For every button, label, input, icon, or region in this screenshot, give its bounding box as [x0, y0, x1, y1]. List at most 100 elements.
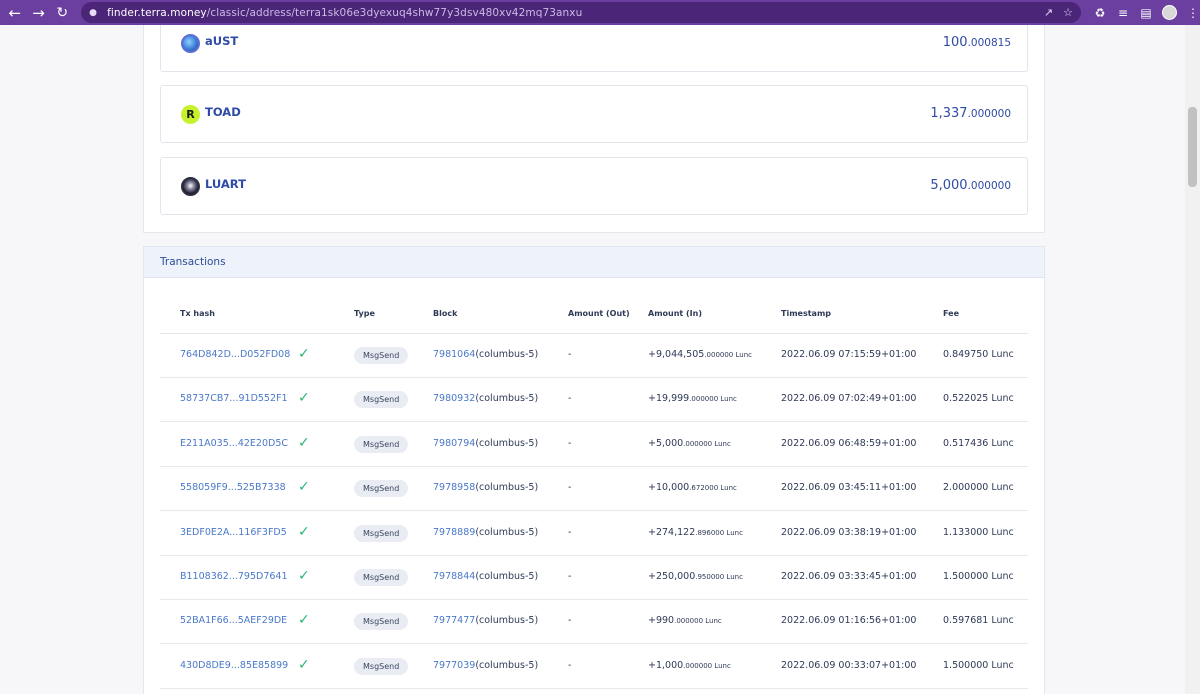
- token-name: TOAD: [205, 105, 241, 119]
- tx-hash-link[interactable]: 764D842D...D052FD08: [180, 349, 290, 360]
- success-check-icon: ✓: [298, 346, 310, 362]
- block-link[interactable]: 7977477: [433, 615, 475, 626]
- tx-hash-link[interactable]: 558059F9...525B7338: [180, 482, 286, 493]
- timestamp-cell: 2022.06.09 01:16:56+01:00: [781, 615, 917, 627]
- token-name: LUART: [205, 177, 246, 191]
- fee-cell: 1.500000 Lunc: [943, 571, 1014, 582]
- type-badge: MsgSend: [354, 435, 409, 453]
- timestamp-cell: 2022.06.09 03:38:19+01:00: [781, 526, 917, 538]
- success-check-icon: ✓: [298, 656, 310, 673]
- block-link[interactable]: 7980794: [433, 438, 475, 449]
- luart-token-icon: [181, 177, 200, 196]
- side-panel-icon[interactable]: ▤: [1139, 6, 1153, 20]
- success-check-icon: ✓: [298, 612, 310, 629]
- page-content: aUST 100.000815 R TOAD 1,337.000000 LUAR…: [0, 25, 1185, 694]
- amount-in-cell: +5,000.000000 Lunc: [648, 437, 731, 449]
- block-link[interactable]: 7981064: [433, 349, 475, 360]
- vertical-scrollbar[interactable]: [1185, 25, 1200, 694]
- amount-in-cell: +1,000.000000 Lunc: [648, 659, 731, 671]
- success-check-icon: ✓: [298, 479, 310, 496]
- amount-in-cell: +9,044,505.000000 Lunc: [648, 349, 752, 360]
- scrollbar-thumb[interactable]: [1188, 107, 1197, 187]
- token-amount: 1,337.000000: [930, 106, 1011, 121]
- type-badge: MsgSend: [354, 613, 409, 631]
- amount-out-cell: -: [568, 571, 572, 582]
- block-link[interactable]: 7980932: [433, 393, 475, 404]
- table-row: B1108362...795D7641 ✓ MsgSend 7978844(co…: [160, 556, 1028, 600]
- block-cell: 7978889(columbus-5): [433, 526, 539, 538]
- amount-out-cell: -: [568, 526, 572, 538]
- amount-out-cell: -: [568, 393, 572, 405]
- column-header-tx-hash: Tx hash: [180, 309, 215, 318]
- token-amount: 100.000815: [942, 35, 1011, 50]
- fee-cell: 0.522025 Lunc: [943, 393, 1014, 405]
- block-cell: 7977477(columbus-5): [433, 615, 539, 627]
- fee-cell: 1.133000 Lunc: [943, 526, 1014, 538]
- amount-in-cell: +274,122.896000 Lunc: [648, 526, 743, 538]
- amount-in-cell: +10,000.672000 Lunc: [648, 482, 737, 494]
- timestamp-cell: 2022.06.09 07:02:49+01:00: [781, 393, 917, 405]
- back-arrow-icon[interactable]: ←: [4, 2, 26, 24]
- table-row: 430D8DE9...85E85899 ✓ MsgSend 7977039(co…: [160, 645, 1028, 689]
- extensions-icon[interactable]: ♻: [1093, 6, 1107, 20]
- block-link[interactable]: 7978958: [433, 482, 475, 493]
- column-header-block: Block: [433, 309, 458, 318]
- table-row: E211A035...42E20D5C ✓ MsgSend 7980794(co…: [160, 423, 1028, 467]
- tx-hash-link[interactable]: 52BA1F66...5AEF29DE: [180, 615, 287, 626]
- tx-hash-link[interactable]: 430D8DE9...85E85899: [180, 660, 288, 671]
- block-cell: 7980794(columbus-5): [433, 437, 539, 449]
- amount-out-cell: -: [568, 349, 572, 360]
- bookmark-star-icon[interactable]: ☆: [1063, 6, 1073, 19]
- amount-in-cell: +250,000.950000 Lunc: [648, 571, 743, 582]
- success-check-icon: ✓: [298, 390, 310, 407]
- success-check-icon: ✓: [298, 434, 310, 451]
- toad-token-icon: R: [181, 105, 200, 124]
- block-cell: 7981064(columbus-5): [433, 349, 539, 360]
- success-check-icon: ✓: [298, 523, 310, 540]
- transactions-title: Transactions: [160, 256, 226, 268]
- reload-icon[interactable]: ↻: [51, 2, 73, 24]
- timestamp-cell: 2022.06.09 06:48:59+01:00: [781, 437, 917, 449]
- browser-toolbar: ← → ↻ ● finder.terra.money/classic/addre…: [0, 0, 1200, 25]
- tokens-card: aUST 100.000815 R TOAD 1,337.000000 LUAR…: [143, 25, 1045, 233]
- block-link[interactable]: 7977039: [433, 660, 475, 671]
- block-link[interactable]: 7978889: [433, 527, 475, 538]
- amount-in-cell: +990.000000 Lunc: [648, 615, 722, 627]
- address-bar[interactable]: ● finder.terra.money/classic/address/ter…: [81, 2, 1081, 23]
- tx-hash-link[interactable]: E211A035...42E20D5C: [180, 438, 288, 449]
- amount-out-cell: -: [568, 615, 572, 627]
- column-header-timestamp: Timestamp: [781, 309, 832, 318]
- block-link[interactable]: 7978844: [433, 571, 475, 582]
- url-text[interactable]: finder.terra.money/classic/address/terra…: [107, 7, 582, 19]
- forward-arrow-icon[interactable]: →: [28, 2, 50, 24]
- token-name: aUST: [205, 34, 239, 48]
- table-row: 558059F9...525B7338 ✓ MsgSend 7978958(co…: [160, 467, 1028, 512]
- tx-hash-link[interactable]: 3EDF0E2A...116F3FD5: [180, 527, 287, 538]
- success-check-icon: ✓: [298, 568, 310, 584]
- type-badge: MsgSend: [354, 347, 409, 364]
- block-cell: 7978844(columbus-5): [433, 571, 539, 582]
- table-row: 3EDF0E2A...116F3FD5 ✓ MsgSend 7978889(co…: [160, 512, 1028, 556]
- menu-kebab-icon[interactable]: ⋮: [1186, 6, 1200, 20]
- tx-hash-link[interactable]: B1108362...795D7641: [180, 571, 288, 582]
- aust-token-icon: [181, 34, 200, 53]
- transactions-header: Transactions: [144, 247, 1044, 278]
- token-row-luart: LUART 5,000.000000: [160, 157, 1028, 215]
- profile-avatar[interactable]: [1161, 5, 1177, 20]
- timestamp-cell: 2022.06.09 00:33:07+01:00: [781, 659, 917, 671]
- column-header-amount-in: Amount (In): [648, 309, 703, 318]
- tx-hash-link[interactable]: 58737CB7...91D552F1: [180, 393, 288, 404]
- type-badge: MsgSend: [354, 524, 409, 542]
- amount-out-cell: -: [568, 437, 572, 449]
- token-row-toad: R TOAD 1,337.000000: [160, 85, 1028, 143]
- table-row: 764D842D...D052FD08 ✓ MsgSend 7981064(co…: [160, 334, 1028, 378]
- type-badge: MsgSend: [354, 657, 409, 675]
- type-badge: MsgSend: [354, 480, 409, 498]
- reading-list-icon[interactable]: ≡: [1116, 6, 1130, 20]
- share-icon[interactable]: ↗: [1044, 6, 1053, 19]
- type-badge: MsgSend: [354, 569, 409, 586]
- fee-cell: 1.500000 Lunc: [943, 659, 1014, 671]
- table-row: 52BA1F66...5AEF29DE ✓ MsgSend 7977477(co…: [160, 600, 1028, 645]
- token-amount: 5,000.000000: [930, 178, 1011, 193]
- amount-out-cell: -: [568, 659, 572, 671]
